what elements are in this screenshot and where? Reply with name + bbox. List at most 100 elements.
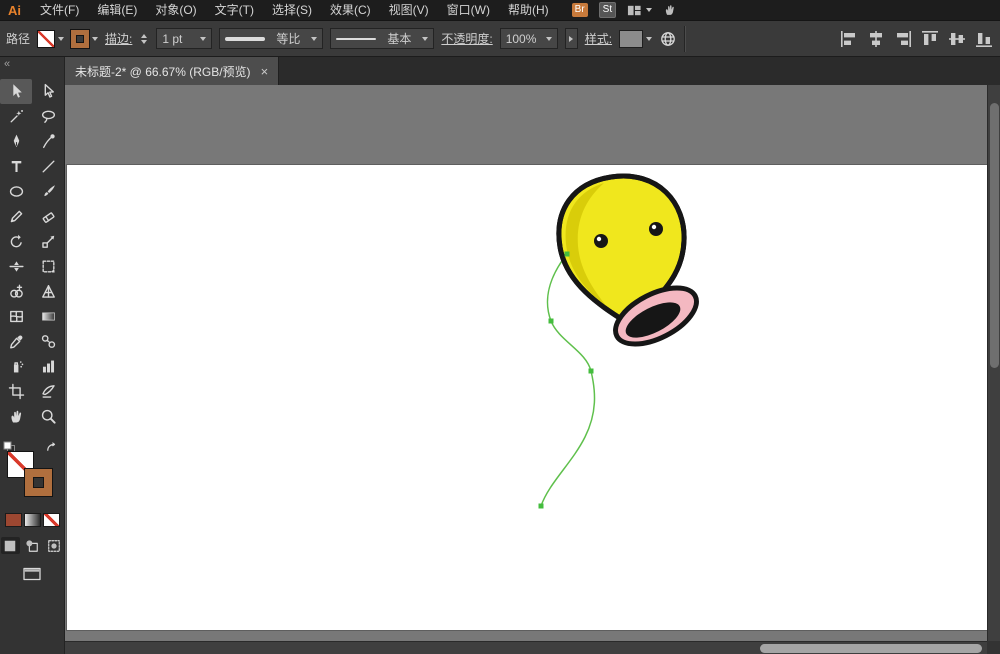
tool-slice[interactable] — [32, 379, 64, 404]
close-icon[interactable]: × — [261, 65, 269, 78]
paintbrush-tool-icon — [40, 183, 57, 200]
none-button[interactable] — [43, 513, 60, 527]
stroke-swatch[interactable] — [25, 469, 52, 496]
column-graph-tool-icon — [40, 358, 57, 375]
width-profile-dropdown[interactable]: 等比 — [219, 28, 323, 49]
recolor-artwork-button[interactable] — [659, 30, 677, 48]
menu-file[interactable]: 文件(F) — [31, 0, 88, 20]
tools-panel-collapse[interactable]: « — [0, 57, 64, 73]
h-align-left-icon[interactable] — [839, 29, 859, 49]
tool-rotate[interactable] — [0, 229, 32, 254]
stroke-color-swatch[interactable] — [71, 30, 89, 48]
tool-lasso[interactable] — [32, 104, 64, 129]
tool-blob-brush[interactable] — [32, 129, 64, 154]
brush-preview — [336, 38, 376, 40]
tool-zoom[interactable] — [32, 404, 64, 429]
tool-mesh[interactable] — [0, 304, 32, 329]
tool-eraser[interactable] — [32, 204, 64, 229]
color-button[interactable] — [5, 513, 22, 527]
h-align-center-icon[interactable] — [866, 29, 886, 49]
stroke-weight-input[interactable]: 1 pt — [156, 28, 212, 49]
menu-help[interactable]: 帮助(H) — [499, 0, 558, 20]
menu-view[interactable]: 视图(V) — [380, 0, 438, 20]
eraser-tool-icon — [40, 208, 57, 225]
draw-normal-button[interactable] — [1, 537, 20, 554]
tool-gradient[interactable] — [32, 304, 64, 329]
tool-pencil[interactable] — [0, 204, 32, 229]
vertical-scrollbar-thumb[interactable] — [990, 103, 999, 368]
menu-select[interactable]: 选择(S) — [263, 0, 321, 20]
opacity-dropdown[interactable]: 100% — [500, 28, 558, 49]
brush-definition-dropdown[interactable]: 基本 — [330, 28, 434, 49]
menu-type[interactable]: 文字(T) — [206, 0, 263, 20]
tool-free-transform[interactable] — [32, 254, 64, 279]
stroke-weight-stepper[interactable] — [139, 32, 149, 46]
stock-button[interactable]: St — [599, 2, 616, 18]
tool-pen[interactable] — [0, 129, 32, 154]
menu-object[interactable]: 对象(O) — [146, 0, 205, 20]
swap-colors-icon[interactable] — [45, 441, 58, 454]
tool-artboard[interactable] — [0, 379, 32, 404]
v-align-top-icon[interactable] — [920, 29, 940, 49]
stroke-panel-link[interactable]: 描边: — [105, 30, 132, 47]
chevron-down-icon — [646, 37, 652, 41]
draw-inside-button[interactable] — [45, 537, 64, 554]
anchor-point[interactable] — [539, 504, 544, 509]
stepper-down-icon[interactable] — [141, 40, 147, 44]
tool-direct-selection[interactable] — [32, 79, 64, 104]
workspace-grid-icon — [627, 3, 642, 18]
line-segment-tool-icon — [40, 158, 57, 175]
drawing-mode-buttons — [0, 537, 64, 554]
tool-type[interactable] — [0, 154, 32, 179]
tool-eyedropper[interactable] — [0, 329, 32, 354]
draw-inside-icon — [46, 539, 62, 553]
menu-effect[interactable]: 效果(C) — [321, 0, 380, 20]
tool-shape-builder[interactable] — [0, 279, 32, 304]
bridge-button[interactable]: Br — [572, 3, 588, 17]
horizontal-scrollbar[interactable] — [65, 641, 987, 654]
gradient-button[interactable] — [24, 513, 41, 527]
stepper-up-icon[interactable] — [141, 34, 147, 38]
horizontal-scrollbar-thumb[interactable] — [760, 644, 982, 653]
tool-blend[interactable] — [32, 329, 64, 354]
menu-window[interactable]: 窗口(W) — [438, 0, 499, 20]
tool-perspective-grid[interactable] — [32, 279, 64, 304]
vertical-scrollbar[interactable] — [987, 85, 1000, 641]
selection-tool-icon — [8, 83, 25, 100]
anchor-point[interactable] — [549, 319, 554, 324]
anchor-point[interactable] — [565, 252, 570, 257]
tool-width[interactable] — [0, 254, 32, 279]
tool-column-graph[interactable] — [32, 354, 64, 379]
document-tab[interactable]: 未标题-2* @ 66.67% (RGB/预览) × — [65, 57, 279, 85]
workspace-switcher[interactable] — [627, 3, 652, 18]
tool-magic-wand[interactable] — [0, 104, 32, 129]
style-swatch[interactable] — [619, 30, 643, 48]
stroke-color-control[interactable] — [71, 30, 98, 48]
tool-scale[interactable] — [32, 229, 64, 254]
scale-tool-icon — [40, 233, 57, 250]
fill-color-control[interactable] — [37, 30, 64, 48]
style-panel-link[interactable]: 样式: — [585, 30, 612, 47]
tool-selection[interactable] — [0, 79, 32, 104]
v-align-bottom-icon[interactable] — [974, 29, 994, 49]
fill-none-swatch[interactable] — [37, 30, 55, 48]
v-align-center-icon[interactable] — [947, 29, 967, 49]
app-logo[interactable]: Ai — [0, 3, 31, 18]
menu-edit[interactable]: 编辑(E) — [88, 0, 146, 20]
draw-behind-button[interactable] — [23, 537, 42, 554]
gradient-tool-icon — [40, 308, 57, 325]
tool-symbol-sprayer[interactable] — [0, 354, 32, 379]
style-dropdown[interactable] — [619, 30, 652, 48]
opacity-panel-link[interactable]: 不透明度: — [441, 30, 492, 47]
tool-ellipse[interactable] — [0, 179, 32, 204]
artboard-tool-icon — [8, 383, 25, 400]
screen-mode-button[interactable] — [22, 566, 42, 587]
tool-paintbrush[interactable] — [32, 179, 64, 204]
canvas-pasteboard[interactable] — [65, 85, 1000, 654]
tool-line-segment[interactable] — [32, 154, 64, 179]
anchor-point[interactable] — [589, 369, 594, 374]
tool-hand[interactable] — [0, 404, 32, 429]
opacity-flyout-button[interactable] — [565, 28, 578, 49]
h-align-right-icon[interactable] — [893, 29, 913, 49]
hand-icon[interactable] — [663, 3, 677, 17]
